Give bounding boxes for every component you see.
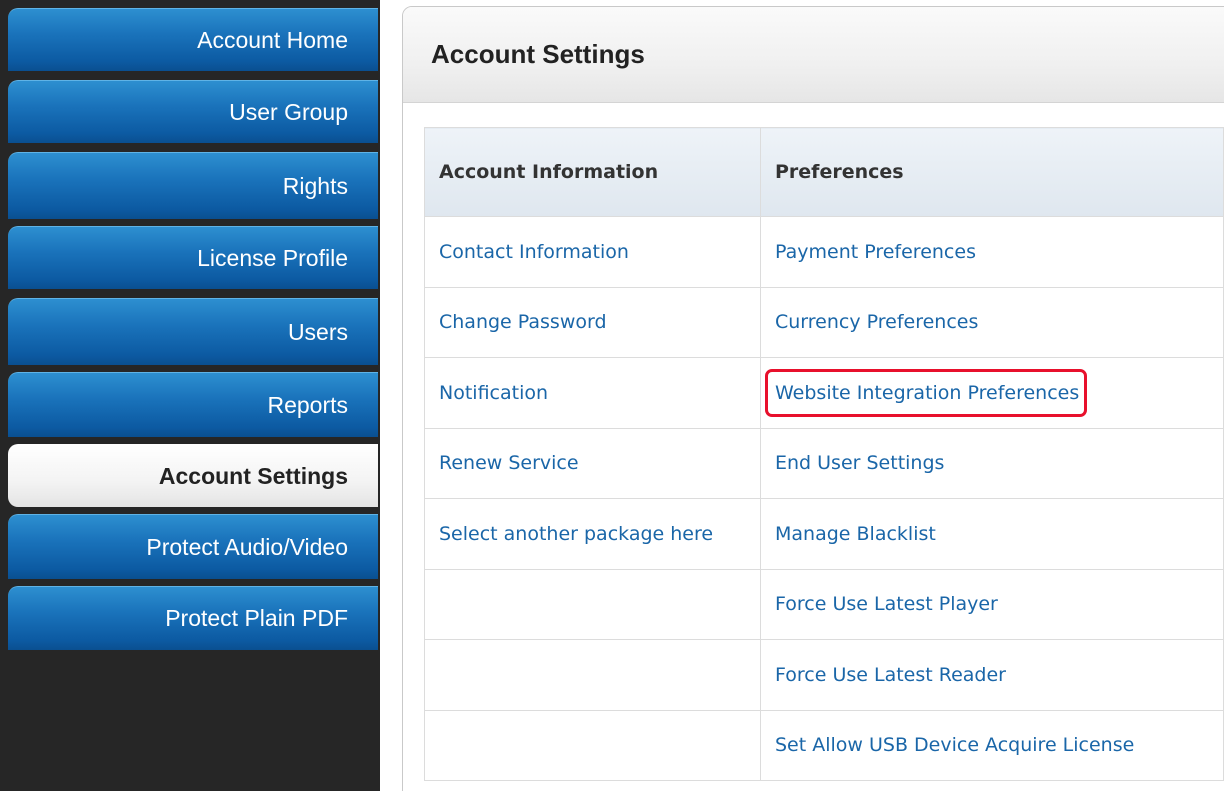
sidebar-item-protect-audio-video[interactable]: Protect Audio/Video: [8, 514, 378, 579]
table-row: Change Password Currency Preferences: [424, 286, 1224, 358]
table-cell: Website Integration Preferences: [760, 357, 1224, 429]
table-row: Force Use Latest Player: [424, 568, 1224, 640]
renew-service-link[interactable]: Renew Service: [439, 452, 579, 474]
sidebar-item-label: Account Settings: [158, 462, 348, 489]
force-use-latest-player-link[interactable]: Force Use Latest Player: [775, 593, 998, 615]
sidebar-item-protect-plain-pdf[interactable]: Protect Plain PDF: [8, 586, 378, 650]
website-integration-preferences-link[interactable]: Website Integration Preferences: [764, 368, 1088, 417]
sidebar-item-label: User Group: [229, 98, 348, 125]
table-cell: Select another package here: [424, 498, 761, 570]
contact-information-link[interactable]: Contact Information: [439, 241, 629, 263]
sidebar-item-account-settings[interactable]: Account Settings: [8, 444, 378, 507]
sidebar-item-rights[interactable]: Rights: [8, 152, 378, 219]
table-cell: Force Use Latest Player: [760, 568, 1224, 640]
sidebar-item-label: License Profile: [197, 244, 348, 271]
table-cell: Contact Information: [424, 216, 761, 288]
table-cell-empty: [424, 709, 761, 781]
sidebar-item-license-profile[interactable]: License Profile: [8, 226, 378, 289]
table-cell: Change Password: [424, 286, 761, 358]
table-row: Set Allow USB Device Acquire License: [424, 709, 1224, 781]
table-cell: End User Settings: [760, 427, 1224, 499]
sidebar-item-label: Protect Audio/Video: [146, 533, 348, 560]
sidebar-item-label: Reports: [267, 391, 348, 418]
sidebar-item-label: Protect Plain PDF: [165, 605, 348, 631]
manage-blacklist-link[interactable]: Manage Blacklist: [775, 523, 936, 545]
page-title: Account Settings: [431, 39, 645, 69]
table-row: Force Use Latest Reader: [424, 639, 1224, 711]
select-package-link[interactable]: Select another package here: [439, 523, 713, 545]
change-password-link[interactable]: Change Password: [439, 311, 607, 333]
sidebar-item-account-home[interactable]: Account Home: [8, 8, 378, 71]
table-cell-empty: [424, 568, 761, 640]
table-row: Contact Information Payment Preferences: [424, 216, 1224, 288]
table-row: Notification Website Integration Prefere…: [424, 357, 1224, 429]
table-header-row: Account Information Preferences: [424, 127, 1224, 217]
table-cell: Notification: [424, 357, 761, 429]
table-cell: Manage Blacklist: [760, 498, 1224, 570]
currency-preferences-link[interactable]: Currency Preferences: [775, 311, 978, 333]
column-header-preferences: Preferences: [760, 127, 1224, 217]
payment-preferences-link[interactable]: Payment Preferences: [775, 241, 976, 263]
sidebar-item-label: Account Home: [197, 26, 348, 53]
force-use-latest-reader-link[interactable]: Force Use Latest Reader: [775, 664, 1006, 686]
sidebar-item-label: Rights: [282, 172, 348, 199]
sidebar-item-user-group[interactable]: User Group: [8, 80, 378, 143]
table-cell-empty: [424, 639, 761, 711]
table-cell: Force Use Latest Reader: [760, 639, 1224, 711]
end-user-settings-link[interactable]: End User Settings: [775, 452, 944, 474]
sidebar-item-label: Users: [287, 318, 348, 345]
account-settings-panel: Account Settings Account Information Pre…: [402, 6, 1224, 791]
set-allow-usb-device-acquire-license-link[interactable]: Set Allow USB Device Acquire License: [775, 734, 1134, 756]
sidebar: Account Home User Group Rights License P…: [0, 0, 380, 791]
table-cell: Set Allow USB Device Acquire License: [760, 709, 1224, 781]
notification-link[interactable]: Notification: [439, 382, 548, 404]
table-row: Select another package here Manage Black…: [424, 498, 1224, 570]
sidebar-item-reports[interactable]: Reports: [8, 372, 378, 437]
table-row: Renew Service End User Settings: [424, 427, 1224, 499]
table-cell: Payment Preferences: [760, 216, 1224, 288]
table-cell: Renew Service: [424, 427, 761, 499]
settings-table: Account Information Preferences Contact …: [424, 127, 1224, 781]
panel-header: Account Settings: [403, 7, 1224, 103]
table-cell: Currency Preferences: [760, 286, 1224, 358]
sidebar-item-users[interactable]: Users: [8, 298, 378, 365]
column-header-account-information: Account Information: [424, 127, 761, 217]
